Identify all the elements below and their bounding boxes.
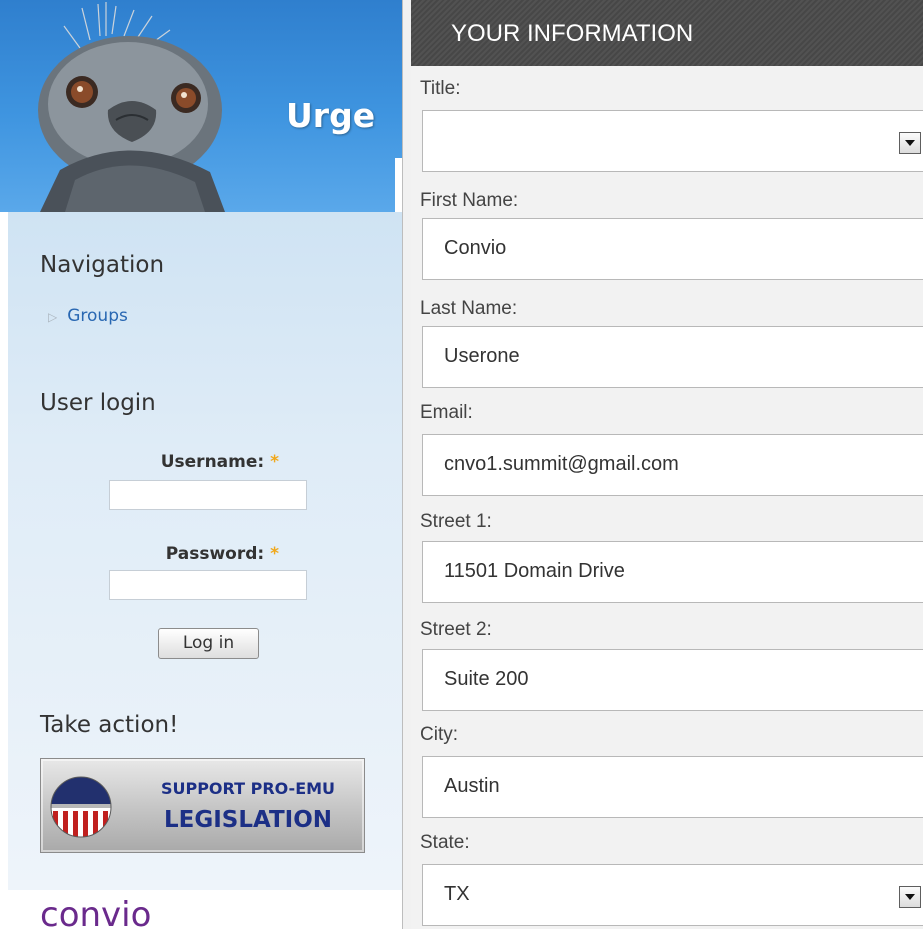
city-field[interactable]: Austin xyxy=(422,756,923,818)
username-label-text: Username: xyxy=(160,452,265,472)
required-mark: * xyxy=(270,452,279,472)
city-value: Austin xyxy=(444,775,500,797)
triangle-right-icon: ▷ xyxy=(48,310,58,324)
title-select[interactable] xyxy=(422,110,923,172)
panel-title: YOUR INFORMATION xyxy=(451,20,694,47)
email-field[interactable]: cnvo1.summit@gmail.com xyxy=(422,434,923,496)
state-select-value: TX xyxy=(444,883,470,905)
street-2-label: Street 2: xyxy=(420,619,492,640)
support-legislation-banner[interactable]: SUPPORT PRO-EMU LEGISLATION xyxy=(40,758,365,853)
left-column: Urge Navigation ▷ Groups User login Usern… xyxy=(0,0,402,935)
street-1-value: 11501 Domain Drive xyxy=(444,560,625,582)
username-input[interactable] xyxy=(109,480,307,510)
state-select[interactable]: TX xyxy=(422,864,923,926)
header-divider xyxy=(395,158,402,212)
banner-line-1: SUPPORT PRO-EMU xyxy=(160,779,336,798)
title-label: Title: xyxy=(420,78,461,99)
first-name-value: Convio xyxy=(444,237,507,259)
emu-logo-icon xyxy=(38,2,225,212)
street-2-value: Suite 200 xyxy=(444,668,529,690)
last-name-label: Last Name: xyxy=(420,298,518,319)
site-header: Urge xyxy=(0,0,402,212)
username-label: Username: * xyxy=(79,452,279,472)
navigation-title: Navigation xyxy=(40,252,165,278)
password-label: Password: * xyxy=(79,544,279,564)
email-label: Email: xyxy=(420,402,473,423)
first-name-label: First Name: xyxy=(420,190,519,211)
first-name-field[interactable]: Convio xyxy=(422,218,923,280)
street-2-field[interactable]: Suite 200 xyxy=(422,649,923,711)
user-login-title: User login xyxy=(40,390,156,416)
chevron-down-icon[interactable] xyxy=(899,886,921,908)
site-title-text: Urge xyxy=(286,96,376,135)
last-name-value: Userone xyxy=(444,345,520,367)
site-title[interactable]: Urge xyxy=(286,96,375,135)
last-name-field[interactable]: Userone xyxy=(422,326,923,388)
street-1-field[interactable]: 11501 Domain Drive xyxy=(422,541,923,603)
take-action-title: Take action! xyxy=(40,712,179,738)
city-label: City: xyxy=(420,724,458,745)
password-label-text: Password: xyxy=(165,544,265,564)
email-value: cnvo1.summit@gmail.com xyxy=(444,453,679,475)
password-input[interactable] xyxy=(109,570,307,600)
panel-header: YOUR INFORMATION xyxy=(411,0,923,66)
banner-line-2: LEGISLATION xyxy=(163,807,333,833)
state-label: State: xyxy=(420,832,470,853)
chevron-down-icon[interactable] xyxy=(899,132,921,154)
required-mark: * xyxy=(270,544,279,564)
sidebar-item-groups[interactable]: ▷ Groups xyxy=(48,306,128,326)
flag-shield-icon xyxy=(50,776,112,838)
street-1-label: Street 1: xyxy=(420,511,492,532)
your-information-panel: YOUR INFORMATION Title: First Name: Conv… xyxy=(402,0,923,929)
convio-logo-text: convio xyxy=(40,895,152,935)
sidebar-item-groups-link[interactable]: Groups xyxy=(67,306,128,326)
log-in-button[interactable]: Log in xyxy=(158,628,259,659)
